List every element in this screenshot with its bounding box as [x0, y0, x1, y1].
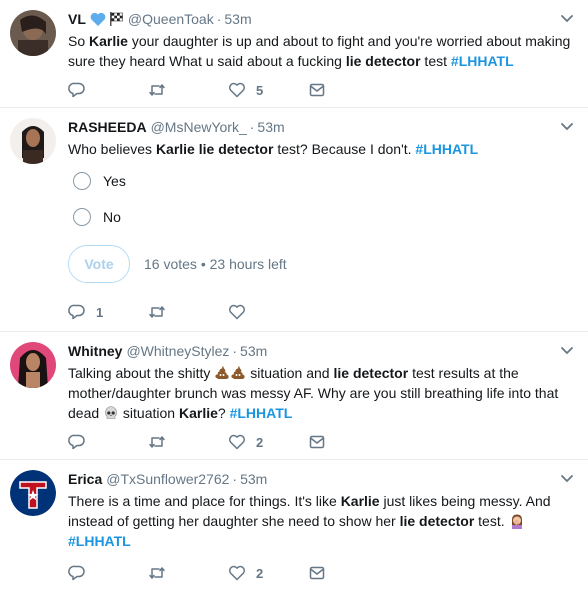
timeline: VL @QueenToak · 53m So Karlie your daugh… [0, 0, 588, 600]
tweet[interactable]: Whitney @WhitneyStylez · 53m Talking abo… [0, 332, 588, 460]
heart-icon [228, 81, 246, 99]
poop-icon [230, 365, 246, 381]
username[interactable]: @MsNewYork_ [151, 118, 247, 136]
timestamp[interactable]: 53m [240, 342, 267, 360]
avatar[interactable] [10, 470, 56, 516]
like-button[interactable]: 2 [228, 433, 308, 451]
heart-icon [228, 433, 246, 451]
retweet-button[interactable] [148, 81, 228, 99]
retweet-icon [148, 81, 166, 99]
avatar[interactable] [10, 118, 56, 164]
display-name[interactable]: RASHEEDA [68, 118, 147, 136]
timestamp[interactable]: 53m [240, 470, 267, 488]
username[interactable]: @QueenToak [128, 10, 214, 28]
poop-icon [214, 365, 230, 381]
username[interactable]: @TxSunflower2762 [106, 470, 229, 488]
tweet[interactable]: RASHEEDA @MsNewYork_ · 53m Who believes … [0, 108, 588, 332]
poll-option[interactable]: Yes [68, 167, 576, 195]
retweet-button[interactable] [148, 564, 228, 582]
username[interactable]: @WhitneyStylez [126, 342, 229, 360]
blue-heart-icon [90, 12, 106, 27]
tweet[interactable]: VL @QueenToak · 53m So Karlie your daugh… [0, 0, 588, 108]
heart-icon [228, 303, 246, 321]
reply-icon [68, 303, 86, 321]
poll: Yes No Vote 16 votes • 23 hours left [68, 167, 576, 283]
heart-icon [228, 564, 246, 582]
retweet-button[interactable] [148, 433, 228, 451]
hashtag-link[interactable]: #LHHATL [230, 405, 293, 421]
message-button[interactable] [308, 564, 388, 582]
display-name[interactable]: VL [68, 10, 86, 28]
chevron-down-icon[interactable] [560, 122, 574, 132]
chevron-down-icon[interactable] [560, 346, 574, 356]
retweet-icon [148, 564, 166, 582]
avatar[interactable] [10, 342, 56, 388]
timestamp[interactable]: 53m [224, 10, 251, 28]
message-button[interactable] [308, 433, 388, 451]
checkered-flag-icon [108, 11, 124, 27]
display-name[interactable]: Erica [68, 470, 102, 488]
chevron-down-icon[interactable] [560, 474, 574, 484]
tweet-text: There is a time and place for things. It… [68, 493, 551, 549]
poll-meta: 16 votes • 23 hours left [144, 256, 287, 272]
facepalm-woman-icon [509, 513, 525, 529]
envelope-icon [308, 81, 326, 99]
skull-icon [103, 405, 119, 421]
radio-button[interactable] [73, 172, 91, 190]
reply-icon [68, 564, 86, 582]
envelope-icon [308, 433, 326, 451]
hashtag-link[interactable]: #LHHATL [415, 141, 478, 157]
reply-button[interactable]: 1 [68, 303, 148, 321]
tweet-text: Who believes Karlie lie detector test? B… [68, 141, 479, 157]
envelope-icon [308, 564, 326, 582]
tweet-text: Talking about the shitty situation and l… [68, 365, 559, 421]
display-name[interactable]: Whitney [68, 342, 122, 360]
retweet-icon [148, 433, 166, 451]
retweet-icon [148, 303, 166, 321]
like-button[interactable] [228, 303, 308, 321]
message-button[interactable] [308, 81, 388, 99]
reply-button[interactable] [68, 564, 148, 582]
reply-icon [68, 81, 86, 99]
like-button[interactable]: 2 [228, 564, 308, 582]
vote-button[interactable]: Vote [68, 245, 130, 283]
reply-button[interactable] [68, 433, 148, 451]
avatar[interactable] [10, 10, 56, 56]
like-button[interactable]: 5 [228, 81, 308, 99]
reply-icon [68, 433, 86, 451]
hashtag-link[interactable]: #LHHATL [68, 533, 131, 549]
reply-button[interactable] [68, 81, 148, 99]
tweet[interactable]: Erica @TxSunflower2762 · 53m There is a … [0, 460, 588, 600]
tweet-text: So Karlie your daughter is up and about … [68, 33, 571, 69]
poll-option[interactable]: No [68, 203, 576, 231]
retweet-button[interactable] [148, 303, 228, 321]
hashtag-link[interactable]: #LHHATL [451, 53, 514, 69]
timestamp[interactable]: 53m [257, 118, 284, 136]
chevron-down-icon[interactable] [560, 14, 574, 24]
radio-button[interactable] [73, 208, 91, 226]
